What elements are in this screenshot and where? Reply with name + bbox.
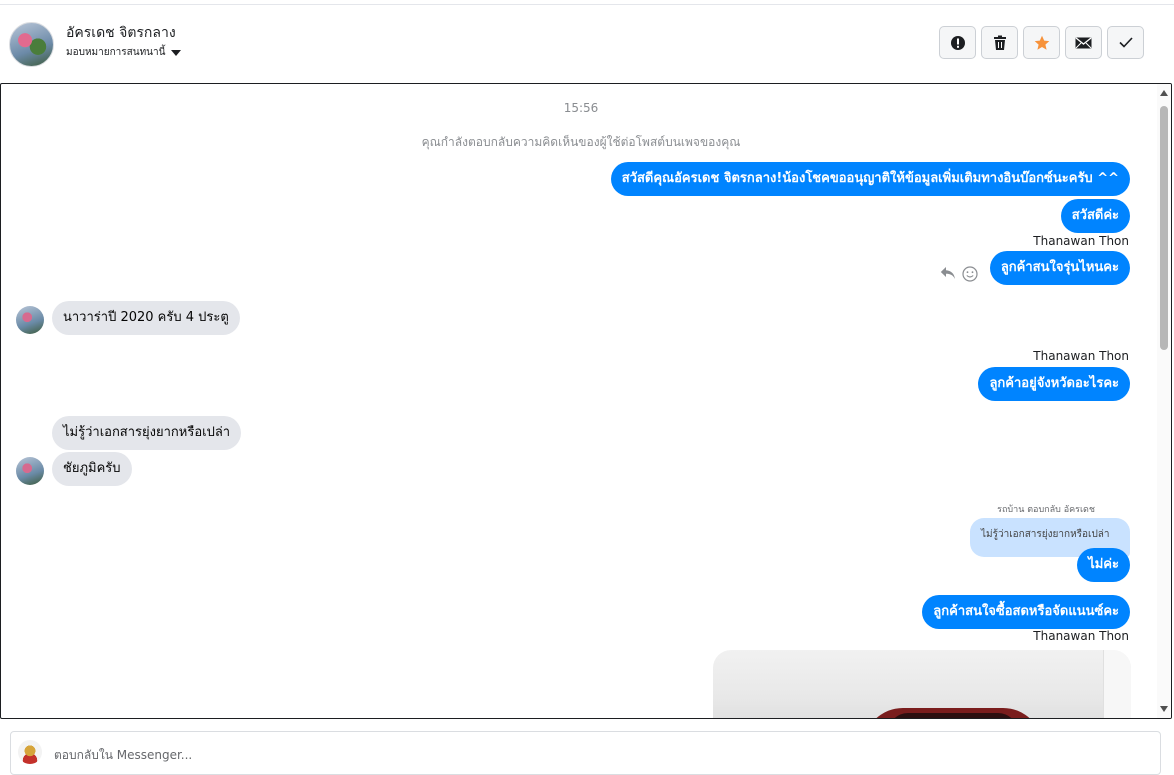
photo-attachment[interactable]	[713, 650, 1131, 718]
outgoing-message[interactable]: สวัสดีค่ะ	[1060, 199, 1130, 233]
outgoing-message[interactable]: ไม่ค่ะ	[1077, 548, 1130, 582]
scrollbar-thumb[interactable]	[1160, 106, 1168, 350]
mark-done-button[interactable]	[1107, 26, 1144, 59]
outgoing-message[interactable]: ลูกค้าสนใจซื้อสดหรือจัดแนนซ์คะ	[922, 595, 1130, 629]
sender-name: Thanawan Thon	[1033, 234, 1129, 248]
mark-spam-button[interactable]	[939, 26, 976, 59]
reply-composer[interactable]: ตอบกลับใน Messenger...	[10, 731, 1161, 775]
reply-context-label: รถบ้าน ตอบกลับ อัครเดช	[997, 505, 1095, 515]
trash-icon	[993, 35, 1006, 50]
star-icon	[1034, 35, 1049, 50]
contact-name[interactable]: อัครเดช จิตรกลาง	[66, 22, 176, 44]
contact-avatar[interactable]	[9, 22, 54, 67]
timestamp: 15:56	[563, 101, 599, 115]
react-emoji-icon[interactable]	[962, 266, 978, 282]
incoming-message[interactable]: นาวาร่าปี 2020 ครับ 4 ประตู	[52, 301, 240, 335]
header-actions	[939, 26, 1144, 59]
outgoing-message[interactable]: ลูกค้าสนใจรุ่นไหนคะ	[989, 251, 1130, 285]
incoming-message[interactable]: ชัยภูมิครับ	[52, 452, 132, 486]
message-thread[interactable]: 15:56 คุณกำลังตอบกลับความคิดเห็นของผู้ใช…	[0, 83, 1172, 719]
incoming-message[interactable]: ไม่รู้ว่าเอกสารยุ่งยากหรือเปล่า	[52, 416, 242, 450]
caret-down-icon	[171, 49, 182, 56]
contact-avatar-small[interactable]	[16, 457, 44, 485]
scroll-down-icon[interactable]	[1160, 706, 1168, 712]
star-button[interactable]	[1023, 26, 1060, 59]
reply-icon[interactable]	[940, 266, 956, 280]
outgoing-message[interactable]: ลูกค้าอยู่จังหวัดอะไรคะ	[978, 367, 1130, 401]
conversation-header: อัครเดช จิตรกลาง มอบหมายการสนทนานี้	[0, 5, 1174, 83]
mark-unread-button[interactable]	[1065, 26, 1102, 59]
check-icon	[1118, 37, 1133, 48]
reply-context: รถบ้าน ตอบกลับ อัครเดช	[997, 502, 1095, 516]
scrollbar[interactable]	[1157, 84, 1171, 718]
photo-car-window	[888, 713, 1018, 718]
delete-button[interactable]	[981, 26, 1018, 59]
page-avatar	[18, 740, 42, 764]
comment-reply-notice: คุณกำลังตอบกลับความคิดเห็นของผู้ใช้ต่อโพ…	[421, 135, 741, 149]
photo-background-pillar	[1103, 650, 1131, 718]
envelope-icon	[1075, 36, 1092, 48]
assign-conversation-dropdown[interactable]: มอบหมายการสนทนานี้	[66, 45, 182, 60]
scroll-up-icon[interactable]	[1160, 90, 1168, 96]
outgoing-message[interactable]: สวัสดีคุณอัครเดช จิตรกลาง!น้องโชคขออนุญา…	[610, 162, 1130, 196]
exclamation-icon	[950, 35, 965, 50]
sender-name: Thanawan Thon	[1033, 349, 1129, 363]
assign-label: มอบหมายการสนทนานี้	[66, 47, 166, 58]
contact-avatar-small[interactable]	[16, 306, 44, 334]
sender-name: Thanawan Thon	[1033, 629, 1129, 643]
composer-placeholder[interactable]: ตอบกลับใน Messenger...	[54, 746, 192, 765]
